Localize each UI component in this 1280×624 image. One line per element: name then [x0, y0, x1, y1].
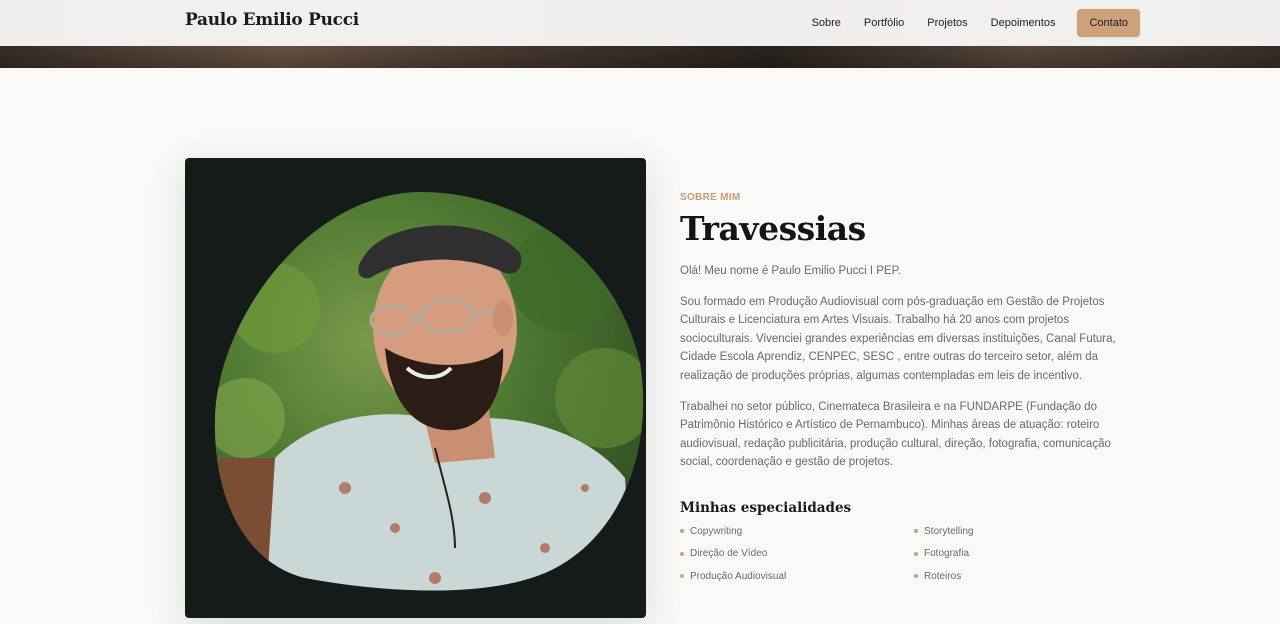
specialty-label: Copywriting — [690, 525, 743, 537]
bullet-dot-icon — [914, 529, 918, 534]
nav-link-sobre[interactable]: Sobre — [812, 17, 841, 29]
specialty-item: Fotografia — [914, 545, 1140, 562]
specialty-label: Fotografia — [924, 548, 970, 560]
specialties-title: Minhas especialidades — [680, 499, 852, 516]
nav-link-projetos[interactable]: Projetos — [927, 17, 967, 29]
about-paragraph-intro: Olá! Meu nome é Paulo Emilio Pucci I PEP… — [680, 265, 901, 277]
bullet-dot-icon — [914, 551, 918, 556]
about-paragraph-career: Trabalhei no setor público, Cinemateca B… — [680, 400, 1111, 469]
bullet-dot-icon — [914, 574, 918, 579]
bullet-dot-icon — [680, 551, 684, 556]
profile-photo — [214, 191, 644, 591]
specialty-item: Roteiros — [914, 568, 1140, 585]
specialty-label: Produção Audiovisual — [690, 570, 787, 582]
specialty-label: Direção de Vídeo — [690, 548, 768, 560]
bullet-dot-icon — [680, 574, 684, 579]
specialty-item: Direção de Vídeo — [680, 545, 914, 562]
specialty-item: Produção Audiovisual — [680, 568, 914, 585]
section-eyebrow: SOBRE MIM — [680, 192, 741, 203]
specialty-item: Storytelling — [914, 523, 1140, 540]
profile-photo-card — [185, 158, 646, 618]
nav-link-portfolio[interactable]: Portfólio — [864, 17, 904, 29]
section-title: Travessias — [680, 209, 866, 248]
about-paragraph-education: Sou formado em Produção Audiovisual com … — [680, 295, 1116, 382]
specialty-item: Copywriting — [680, 523, 914, 540]
specialty-label: Roteiros — [924, 570, 962, 582]
bullet-dot-icon — [680, 529, 684, 534]
specialty-label: Storytelling — [924, 525, 974, 537]
about-section: SOBRE MIM Travessias Olá! Meu nome é Pau… — [680, 192, 1140, 584]
brand-logo[interactable]: Paulo Emilio Pucci — [185, 10, 359, 30]
specialties-list: Copywriting Storytelling Direção de Víde… — [680, 523, 1140, 585]
navbar: Paulo Emilio Pucci Sobre Portfólio Proje… — [0, 0, 1280, 46]
nav-link-depoimentos[interactable]: Depoimentos — [991, 17, 1056, 29]
nav-links: Sobre Portfólio Projetos Depoimentos Con… — [789, 0, 1140, 46]
contact-button[interactable]: Contato — [1077, 9, 1140, 37]
